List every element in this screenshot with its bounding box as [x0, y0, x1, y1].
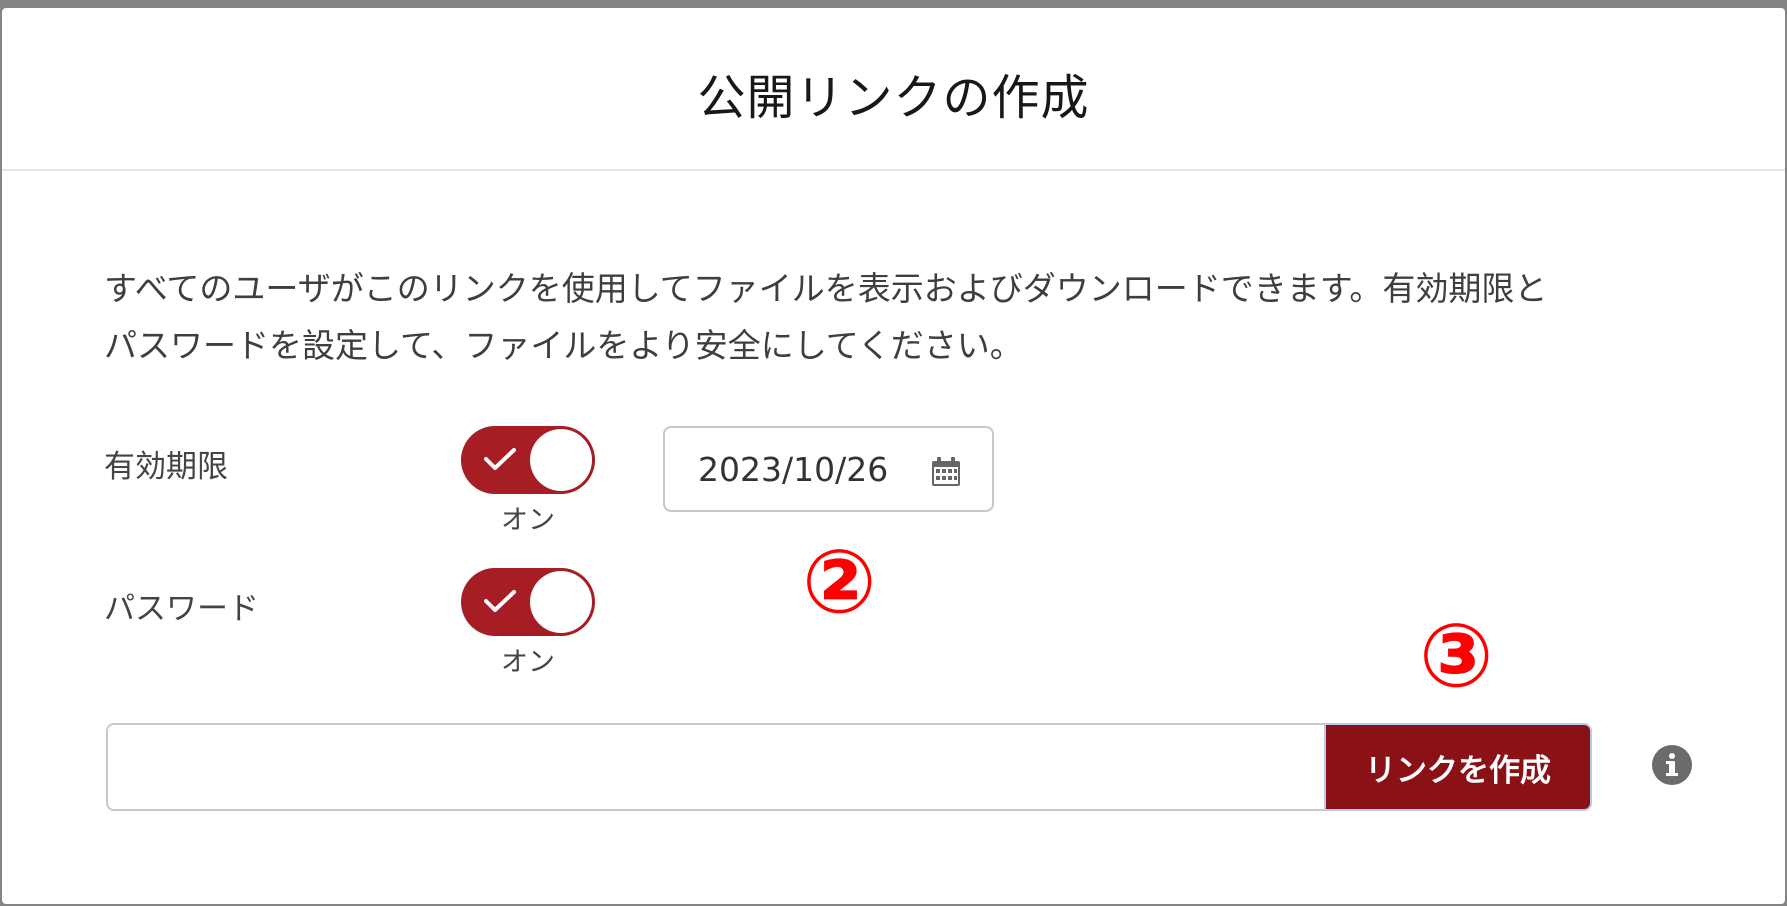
password-toggle-state: オン	[501, 647, 555, 678]
toggle-knob	[530, 571, 592, 633]
modal-title: 公開リンクの作成	[697, 69, 1090, 126]
expiry-date-input[interactable]: 2023/10/26	[663, 426, 994, 512]
toggle-knob	[530, 429, 592, 491]
calendar-icon[interactable]	[930, 456, 962, 488]
expiry-label: 有効期限	[104, 449, 228, 485]
password-toggle[interactable]	[461, 568, 595, 636]
check-icon	[484, 448, 516, 470]
annotation-step-3: ③	[1419, 604, 1494, 707]
public-link-field[interactable]	[106, 723, 1328, 811]
create-link-button[interactable]: リンクを作成	[1324, 723, 1592, 811]
info-icon[interactable]	[1651, 744, 1693, 786]
password-label: パスワード	[104, 591, 259, 627]
annotation-step-2: ②	[802, 530, 877, 633]
description-line-1: すべてのユーザがこのリンクを使用してファイルを表示およびダウンロードできます。有…	[104, 269, 1548, 308]
description-line-2: パスワードを設定して、ファイルをより安全にしてください。	[104, 326, 1023, 365]
modal-description: すべてのユーザがこのリンクを使用してファイルを表示およびダウンロードできます。有…	[104, 260, 1724, 374]
create-public-link-modal: 公開リンクの作成 すべてのユーザがこのリンクを使用してファイルを表示およびダウン…	[2, 8, 1785, 904]
expiry-date-value: 2023/10/26	[698, 450, 889, 489]
expiry-toggle[interactable]	[461, 426, 595, 494]
expiry-toggle-state: オン	[501, 505, 555, 536]
modal-header: 公開リンクの作成	[2, 8, 1785, 171]
check-icon	[484, 590, 516, 612]
